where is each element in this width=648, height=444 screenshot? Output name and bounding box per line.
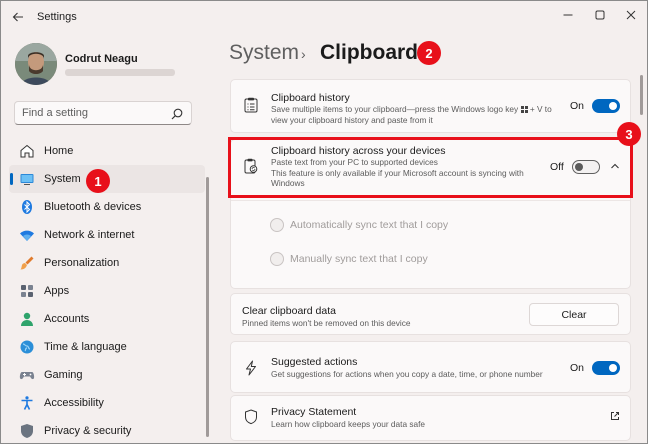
sidebar-item-label: System <box>44 173 81 185</box>
window-title: Settings <box>37 11 77 23</box>
clear-clipboard-title: Clear clipboard data <box>242 305 336 317</box>
clipboard-history-title: Clipboard history <box>271 92 350 104</box>
sidebar-scrollbar[interactable] <box>206 177 209 437</box>
avatar-photo-icon <box>15 43 57 85</box>
home-icon <box>19 143 35 159</box>
sidebar-item-label: Network & internet <box>44 229 135 241</box>
privacy-statement-desc: Learn how clipboard keeps your data safe <box>271 419 426 429</box>
avatar[interactable] <box>15 43 57 85</box>
sidebar-item-accessibility[interactable]: Accessibility <box>9 389 205 417</box>
brush-icon <box>19 255 35 271</box>
divider <box>231 200 630 201</box>
close-button[interactable] <box>618 6 644 24</box>
auto-sync-option[interactable]: Automatically sync text that I copy <box>270 218 448 232</box>
bluetooth-icon <box>19 199 35 215</box>
clear-clipboard-desc: Pinned items won't be removed on this de… <box>242 318 411 328</box>
maximize-icon <box>595 10 605 20</box>
suggested-actions-title: Suggested actions <box>271 356 358 368</box>
sidebar-item-personalization[interactable]: Personalization <box>9 249 205 277</box>
auto-sync-label: Automatically sync text that I copy <box>290 219 449 231</box>
sidebar-item-accounts[interactable]: Accounts <box>9 305 205 333</box>
user-email-redacted <box>65 69 175 76</box>
page-title: Clipboard <box>320 41 418 64</box>
gaming-icon <box>19 367 35 383</box>
settings-window: Settings Codrut Neagu Find a setting Hom… <box>0 0 648 444</box>
minimize-icon <box>563 14 573 16</box>
accessibility-icon <box>19 395 35 411</box>
suggested-actions-desc: Get suggestions for actions when you cop… <box>271 369 543 379</box>
external-link-icon[interactable] <box>610 411 620 421</box>
annotation-highlight-box <box>228 137 633 198</box>
sidebar-item-label: Home <box>44 145 74 157</box>
sidebar-item-home[interactable]: Home <box>9 137 205 165</box>
windows-logo-icon <box>520 105 528 113</box>
maximize-button[interactable] <box>587 6 613 24</box>
manual-sync-option[interactable]: Manually sync text that I copy <box>270 252 428 266</box>
apps-icon <box>19 283 35 299</box>
clipboard-history-desc: Save multiple items to your clipboard—pr… <box>271 104 552 125</box>
clipboard-list-icon <box>243 97 259 113</box>
sidebar-item-label: Personalization <box>44 257 120 269</box>
annotation-marker-3: 3 <box>617 122 641 146</box>
search-icon[interactable] <box>171 108 183 120</box>
suggested-actions-card: Suggested actions Get suggestions for ac… <box>230 341 631 393</box>
sidebar-item-privacy-security[interactable]: Privacy & security <box>9 417 205 443</box>
globe-icon <box>19 339 35 355</box>
privacy-statement-title: Privacy Statement <box>271 406 357 418</box>
title-bar: Settings <box>1 1 647 33</box>
annotation-marker-2: 2 <box>417 41 441 65</box>
breadcrumb-system[interactable]: System <box>229 41 299 65</box>
clipboard-history-state-label: On <box>570 100 585 112</box>
suggested-actions-toggle[interactable] <box>592 361 620 375</box>
clear-button[interactable]: Clear <box>529 303 619 326</box>
search-input[interactable] <box>22 106 162 120</box>
user-name: Codrut Neagu <box>65 53 138 65</box>
sidebar-item-bluetooth[interactable]: Bluetooth & devices <box>9 193 205 221</box>
sidebar-item-label: Gaming <box>44 369 83 381</box>
manual-sync-radio[interactable] <box>270 252 284 266</box>
breadcrumb-separator: › <box>301 46 306 62</box>
lightning-icon <box>243 360 259 376</box>
sidebar-item-label: Accessibility <box>44 397 104 409</box>
main-scrollbar[interactable] <box>640 75 643 115</box>
close-icon <box>626 10 636 20</box>
search-box[interactable] <box>14 101 192 125</box>
manual-sync-label: Manually sync text that I copy <box>290 253 428 265</box>
privacy-statement-card[interactable]: Privacy Statement Learn how clipboard ke… <box>230 395 631 441</box>
shield-icon <box>19 423 35 439</box>
sidebar-item-label: Privacy & security <box>44 425 132 437</box>
sidebar-item-label: Bluetooth & devices <box>44 201 142 213</box>
sidebar-item-time-language[interactable]: Time & language <box>9 333 205 361</box>
sidebar-item-label: Accounts <box>44 313 90 325</box>
accounts-icon <box>19 311 35 327</box>
sidebar-item-label: Time & language <box>44 341 127 353</box>
sidebar-item-apps[interactable]: Apps <box>9 277 205 305</box>
wifi-icon <box>19 227 35 243</box>
annotation-marker-1: 1 <box>86 169 110 193</box>
shield-outline-icon <box>243 409 259 425</box>
sidebar-item-network[interactable]: Network & internet <box>9 221 205 249</box>
suggested-actions-state-label: On <box>570 362 585 374</box>
system-icon <box>19 171 35 187</box>
back-arrow-icon[interactable] <box>11 10 25 24</box>
clipboard-history-toggle[interactable] <box>592 99 620 113</box>
minimize-button[interactable] <box>555 6 581 24</box>
auto-sync-radio[interactable] <box>270 218 284 232</box>
sidebar-item-label: Apps <box>44 285 70 297</box>
sidebar-item-gaming[interactable]: Gaming <box>9 361 205 389</box>
clipboard-history-card: Clipboard history Save multiple items to… <box>230 79 631 133</box>
